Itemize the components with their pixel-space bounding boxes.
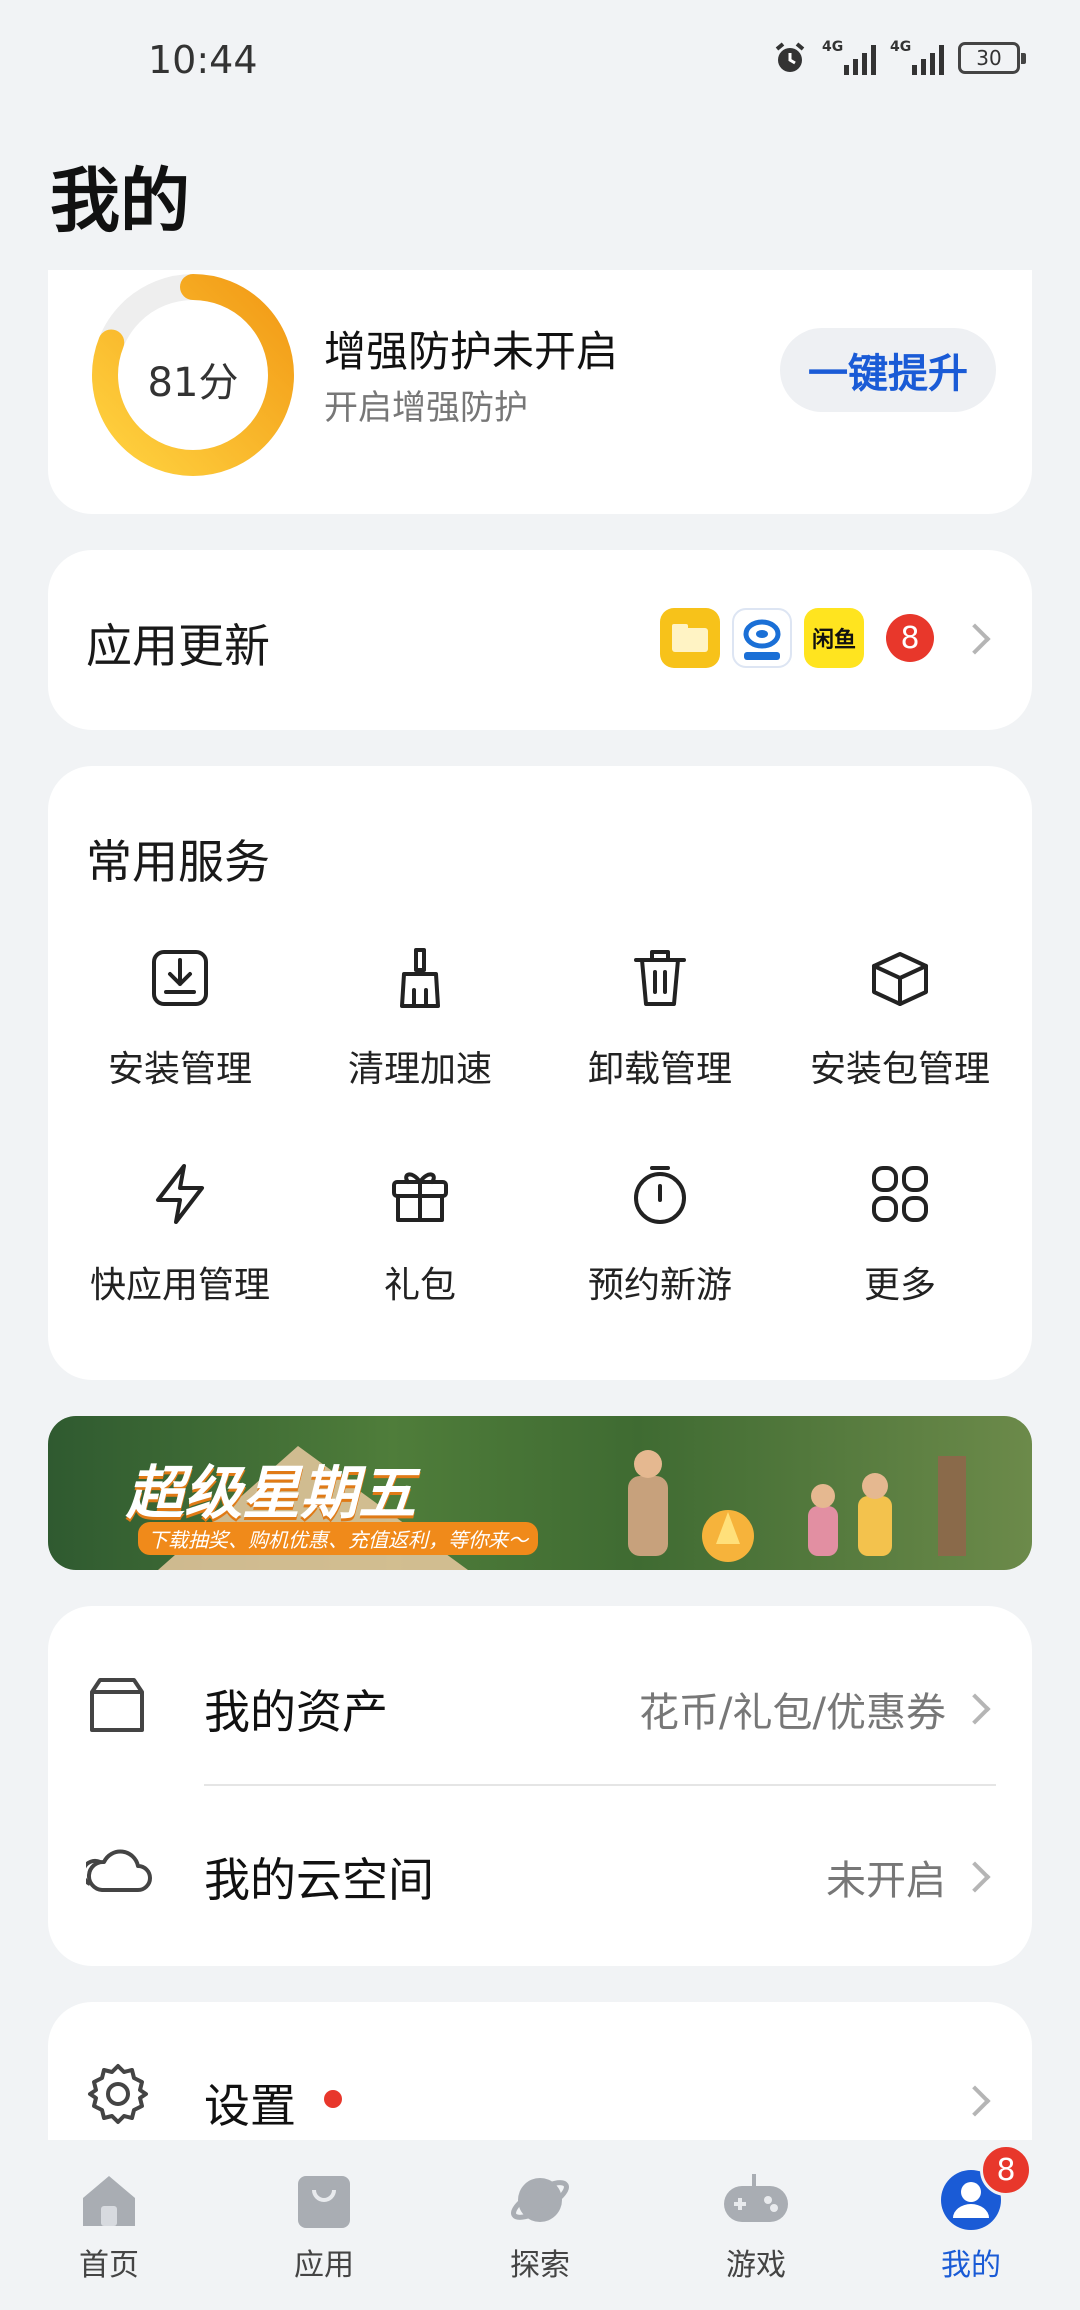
my-cloud-label: 我的云空间 xyxy=(204,1853,434,1907)
service-uninstall-manage[interactable]: 卸载管理 xyxy=(540,946,780,1092)
profile-badge: 8 xyxy=(980,2144,1032,2196)
gear-icon xyxy=(88,2064,148,2124)
cloud-icon xyxy=(86,1849,152,1892)
home-icon xyxy=(83,2176,135,2226)
my-assets-label: 我的资产 xyxy=(204,1685,388,1739)
status-time: 10:44 xyxy=(148,38,258,82)
planet-icon xyxy=(511,2178,569,2222)
signal-icon: 4G xyxy=(822,39,876,75)
nav-games[interactable]: 游戏 xyxy=(681,2168,831,2284)
chevron-right-icon xyxy=(959,1861,991,1893)
service-clean-speed[interactable]: 清理加速 xyxy=(300,946,540,1092)
status-bar: 10:44 4G 4G 30 xyxy=(0,0,1080,120)
bank-app-icon xyxy=(732,608,792,668)
install-icon xyxy=(152,950,208,1006)
service-more[interactable]: 更多 xyxy=(780,1162,1020,1308)
nav-profile[interactable]: 我的 8 xyxy=(896,2144,1046,2284)
page-title: 我的 xyxy=(50,160,190,242)
my-assets-value: 花币/礼包/优惠券 xyxy=(639,1690,946,1736)
common-services-card: 常用服务 安装管理 清理加速 卸载管理 安装包管理 快应用管理 礼包 预约新游 … xyxy=(48,766,1032,1380)
app-updates-card[interactable]: 应用更新 闲鱼 8 xyxy=(48,550,1032,730)
signal-icon-2: 4G xyxy=(890,39,944,75)
banner-subtitle: 下载抽奖、购机优惠、充值返利，等你来～ xyxy=(138,1522,538,1555)
updates-count-badge: 8 xyxy=(886,614,934,662)
assets-card: 我的资产 花币/礼包/优惠券 我的云空间 未开启 xyxy=(48,1606,1032,1966)
promo-banner[interactable]: 超级星期五 下载抽奖、购机优惠、充值返利，等你来～ xyxy=(48,1416,1032,1570)
security-title: 增强防护未开启 xyxy=(324,327,619,376)
apps-bag-icon xyxy=(298,2176,350,2228)
chevron-right-icon xyxy=(959,1693,991,1725)
wallet-box-icon xyxy=(90,1678,144,1732)
file-manager-app-icon xyxy=(660,608,720,668)
security-card[interactable]: 81分 增强防护未开启 开启增强防护 一键提升 xyxy=(48,270,1032,514)
chevron-right-icon xyxy=(959,623,991,655)
divider xyxy=(204,1784,996,1786)
service-reserve-games[interactable]: 预约新游 xyxy=(540,1162,780,1308)
gift-icon xyxy=(392,1172,448,1222)
nav-apps[interactable]: 应用 xyxy=(249,2168,399,2284)
alarm-icon xyxy=(775,42,805,72)
security-subtitle: 开启增强防护 xyxy=(324,388,528,428)
service-install-manage[interactable]: 安装管理 xyxy=(60,946,300,1092)
nav-home[interactable]: 首页 xyxy=(34,2168,184,2284)
service-package-manage[interactable]: 安装包管理 xyxy=(780,946,1020,1092)
app-updates-title: 应用更新 xyxy=(86,619,270,673)
banner-title: 超级星期五 xyxy=(126,1459,417,1527)
broom-icon xyxy=(400,948,440,1008)
gamepad-icon xyxy=(724,2174,788,2222)
chevron-right-icon xyxy=(959,2085,991,2117)
battery-icon: 30 xyxy=(958,42,1026,74)
xianyu-app-icon: 闲鱼 xyxy=(804,608,864,668)
timer-icon xyxy=(634,1166,686,1224)
services-title: 常用服务 xyxy=(86,835,270,889)
service-gift[interactable]: 礼包 xyxy=(300,1162,540,1308)
trash-icon xyxy=(634,950,686,1006)
bottom-nav: 首页 应用 探索 游戏 我的 8 xyxy=(0,2140,1080,2310)
settings-red-dot xyxy=(324,2090,342,2108)
my-cloud-value: 未开启 xyxy=(826,1858,946,1904)
nav-explore[interactable]: 探索 xyxy=(465,2168,615,2284)
settings-label: 设置 xyxy=(204,2079,296,2133)
package-icon xyxy=(872,952,928,1006)
security-score: 81分 xyxy=(147,360,239,406)
service-quick-app-manage[interactable]: 快应用管理 xyxy=(60,1162,300,1308)
status-icons: 4G 4G 30 xyxy=(772,39,1026,76)
more-grid-icon xyxy=(872,1166,928,1222)
boost-button[interactable]: 一键提升 xyxy=(780,328,996,412)
quick-app-icon xyxy=(156,1164,204,1224)
